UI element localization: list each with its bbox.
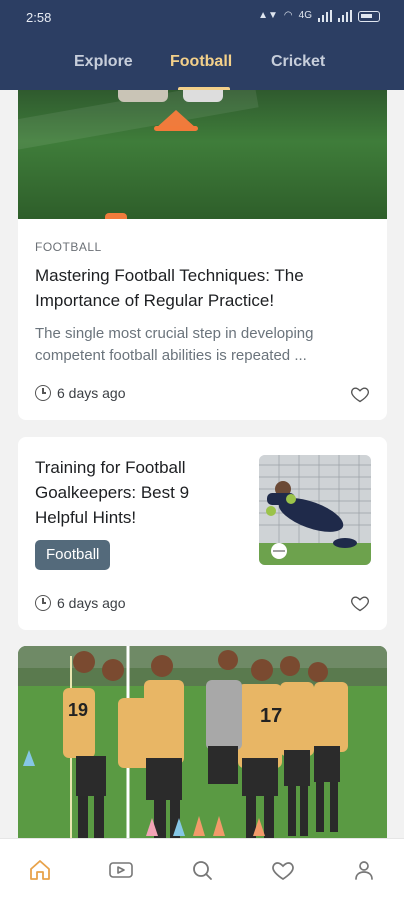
app-header: 2:58 ▲▼ ◠ 4G Explore Football Cricket [0, 0, 404, 90]
article-category: FOOTBALL [35, 240, 102, 254]
article-title[interactable]: Mastering Football Techniques: The Impor… [35, 263, 355, 313]
article-image-cones [18, 90, 387, 219]
nav-home-button[interactable] [20, 850, 60, 890]
active-tab-indicator [178, 87, 230, 90]
svg-text:17: 17 [260, 705, 282, 727]
battery-icon [358, 10, 380, 22]
heart-icon [271, 862, 294, 880]
article-image-team: 19 17 [18, 646, 387, 841]
status-icons: ▲▼ ◠ 4G [258, 10, 380, 22]
favorite-heart-icon[interactable] [350, 593, 370, 613]
clock-icon [35, 385, 51, 401]
article-time: 6 days ago [57, 595, 126, 611]
category-tabs: Explore Football Cricket [0, 50, 404, 90]
signal-icon [318, 10, 332, 22]
tab-cricket[interactable]: Cricket [271, 53, 325, 71]
svg-text:19: 19 [68, 700, 88, 720]
article-thumbnail-goalkeeper [259, 455, 371, 565]
article-card[interactable]: 19 17 [18, 646, 387, 841]
tab-football[interactable]: Football [170, 53, 232, 71]
bottom-navigation [0, 838, 404, 901]
home-icon [30, 860, 51, 880]
nav-video-button[interactable] [101, 850, 141, 890]
nav-search-button[interactable] [182, 850, 222, 890]
favorite-heart-icon[interactable] [350, 384, 370, 404]
nav-favorites-button[interactable] [263, 850, 303, 890]
search-icon [193, 861, 212, 880]
category-tag-button[interactable]: Football [35, 540, 111, 570]
network-type-text: 4G [298, 10, 312, 21]
wifi-icon: ◠ [283, 10, 293, 21]
article-meta: 6 days ago [35, 385, 126, 401]
tab-explore[interactable]: Explore [74, 53, 133, 71]
article-excerpt: The single most crucial step in developi… [35, 325, 314, 364]
nav-profile-button[interactable] [344, 850, 384, 890]
article-card[interactable]: FOOTBALL Mastering Football Techniques: … [18, 90, 387, 420]
status-time: 2:58 [26, 10, 52, 25]
clock-icon [35, 595, 51, 611]
article-meta: 6 days ago [35, 595, 126, 611]
article-card[interactable]: Training for Football Goalkeepers: Best … [18, 437, 387, 630]
signal-icon-2 [338, 10, 352, 22]
video-icon [109, 862, 133, 878]
profile-icon [354, 861, 373, 880]
article-time: 6 days ago [57, 385, 126, 401]
article-title[interactable]: Training for Football Goalkeepers: Best … [35, 455, 240, 530]
network-speed-icon: ▲▼ [258, 10, 278, 21]
status-bar: 2:58 ▲▼ ◠ 4G [0, 0, 404, 36]
